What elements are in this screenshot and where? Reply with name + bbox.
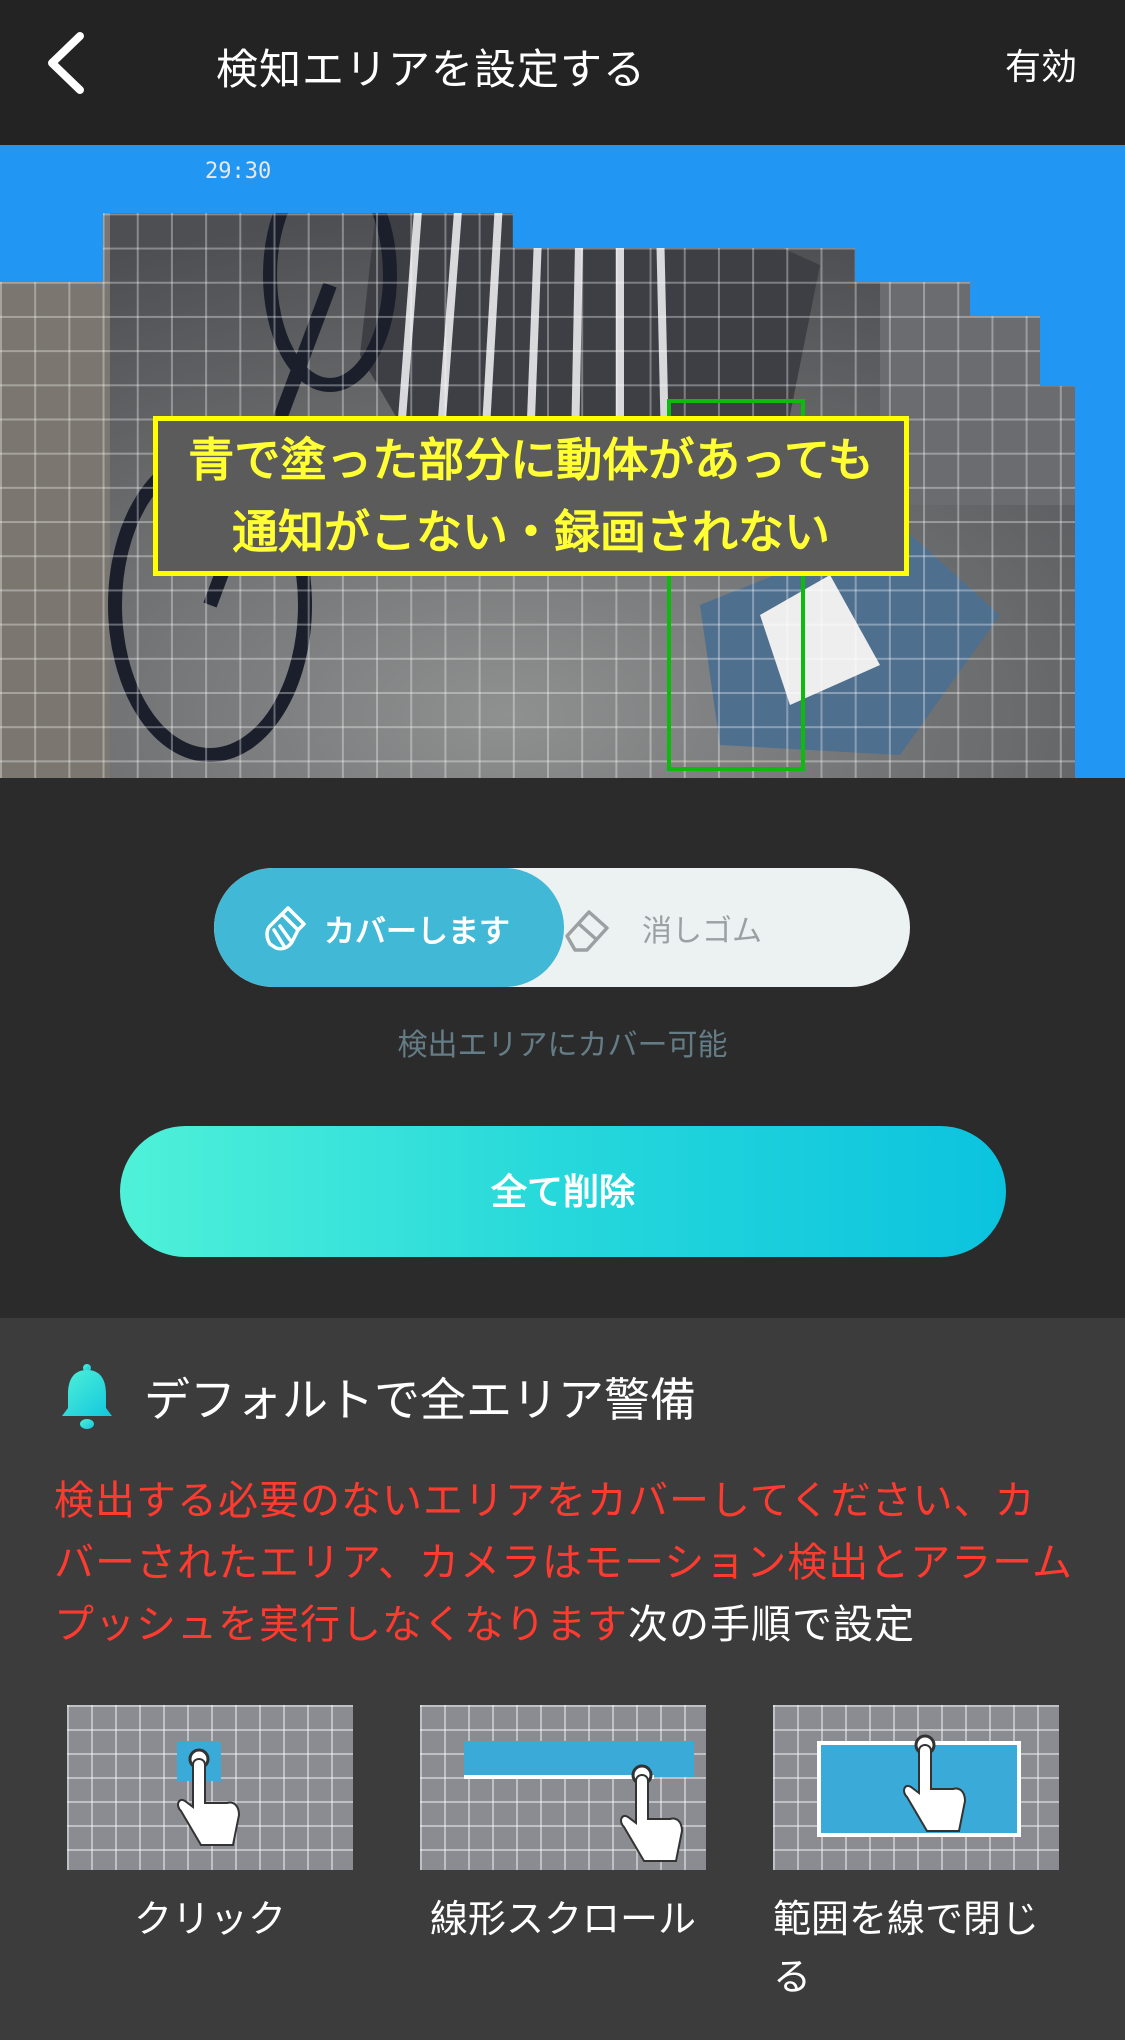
covered-area [970, 248, 1125, 316]
cover-mode-option[interactable]: カバーします [214, 868, 564, 987]
back-button[interactable] [38, 28, 98, 98]
cover-mode-label: カバーします [324, 914, 510, 950]
eraser-mode-label[interactable]: 消しゴム [642, 906, 762, 950]
step-enclose: 範囲を線で閉じる [773, 1705, 1059, 2006]
covered-area [615, 213, 820, 248]
step-click-illustration [67, 1705, 353, 1870]
paint-brush-icon [265, 906, 306, 951]
step-scroll-illustration [420, 1705, 706, 1870]
step-click-label: クリック [133, 1897, 286, 1941]
covered-area [0, 145, 205, 213]
info-panel: デフォルトで全エリア警備 検出する必要のないエリアをカバーしてください、カバーさ… [0, 1318, 1125, 2040]
step-enclose-illustration [773, 1705, 1059, 1870]
step-enclose-label: 範囲を線で閉じる [773, 1897, 1040, 1999]
hand-pointer-icon [177, 1748, 241, 1846]
steps-list: クリック 線形スクロール 範囲を線で閉じる [0, 1705, 1125, 2005]
delete-all-label: 全て削除 [490, 1171, 635, 1212]
callout-line-2: 通知がこない・録画されない [232, 505, 830, 559]
callout-line-1: 青で塗った部分に動体があっても [188, 433, 874, 487]
warning-text: 検出する必要のないエリアをカバーしてください、カバーされたエリア、カメラはモーシ… [54, 1478, 1073, 1648]
info-title: デフォルトで全エリア警備 [144, 1373, 696, 1427]
eraser-icon[interactable] [559, 900, 615, 956]
steps-intro: 次の手順で設定 [628, 1602, 915, 1648]
info-description: 検出する必要のないエリアをカバーしてください、カバーされたエリア、カメラはモーシ… [54, 1470, 1074, 1656]
bell-icon [62, 1364, 112, 1429]
mode-hint: 検出エリアにカバー可能 [397, 1028, 728, 1063]
mode-toggle[interactable]: カバーします 消しゴム [214, 868, 910, 987]
hand-pointer-icon [620, 1764, 684, 1862]
covered-area [1040, 316, 1125, 386]
chevron-left-icon [48, 32, 84, 94]
step-scroll-label: 線形スクロール [429, 1897, 696, 1941]
annotation-callout: 青で塗った部分に動体があっても 通知がこない・録画されない [153, 416, 909, 576]
page-title: 検知エリアを設定する [216, 45, 647, 94]
covered-area [1075, 386, 1125, 778]
hand-pointer-icon [903, 1734, 967, 1832]
camera-preview[interactable]: 29:30 青で塗った部分に動体があっても 通知がこない・録画されない [0, 145, 1125, 778]
video-timestamp: 29:30 [205, 159, 272, 184]
step-scroll: 線形スクロール [420, 1705, 706, 1948]
step-click: クリック [67, 1705, 353, 1948]
enable-button[interactable]: 有効 [1005, 38, 1077, 90]
top-bar: 検知エリアを設定する 有効 [0, 0, 1125, 145]
delete-all-button[interactable]: 全て削除 [120, 1126, 1006, 1257]
